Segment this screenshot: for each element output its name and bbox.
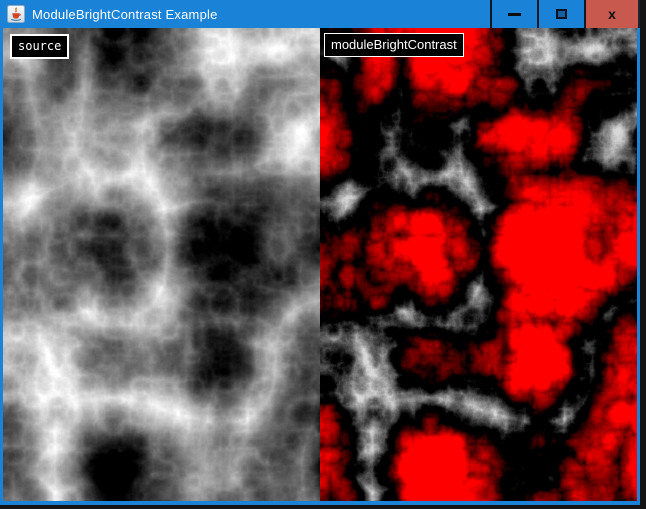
app-window: ModuleBrightContrast Example x source mo… bbox=[0, 0, 640, 505]
panel-source: source bbox=[3, 28, 320, 501]
modulebrightcontrast-image bbox=[320, 28, 637, 501]
java-coffee-cup-icon bbox=[7, 5, 25, 23]
titlebar[interactable]: ModuleBrightContrast Example x bbox=[3, 0, 637, 28]
window-controls: x bbox=[490, 0, 640, 28]
image-area: source moduleBrightContrast bbox=[3, 28, 637, 501]
maximize-icon bbox=[556, 9, 567, 19]
panel-modulebrightcontrast: moduleBrightContrast bbox=[320, 28, 637, 501]
close-button[interactable]: x bbox=[584, 0, 640, 28]
minimize-button[interactable] bbox=[490, 0, 537, 28]
maximize-button[interactable] bbox=[537, 0, 584, 28]
close-icon: x bbox=[608, 7, 616, 21]
window-title: ModuleBrightContrast Example bbox=[32, 7, 218, 22]
minimize-icon bbox=[508, 13, 521, 16]
source-image bbox=[3, 28, 320, 501]
modulebrightcontrast-image-label: moduleBrightContrast bbox=[324, 33, 464, 57]
source-image-label: source bbox=[10, 34, 69, 59]
